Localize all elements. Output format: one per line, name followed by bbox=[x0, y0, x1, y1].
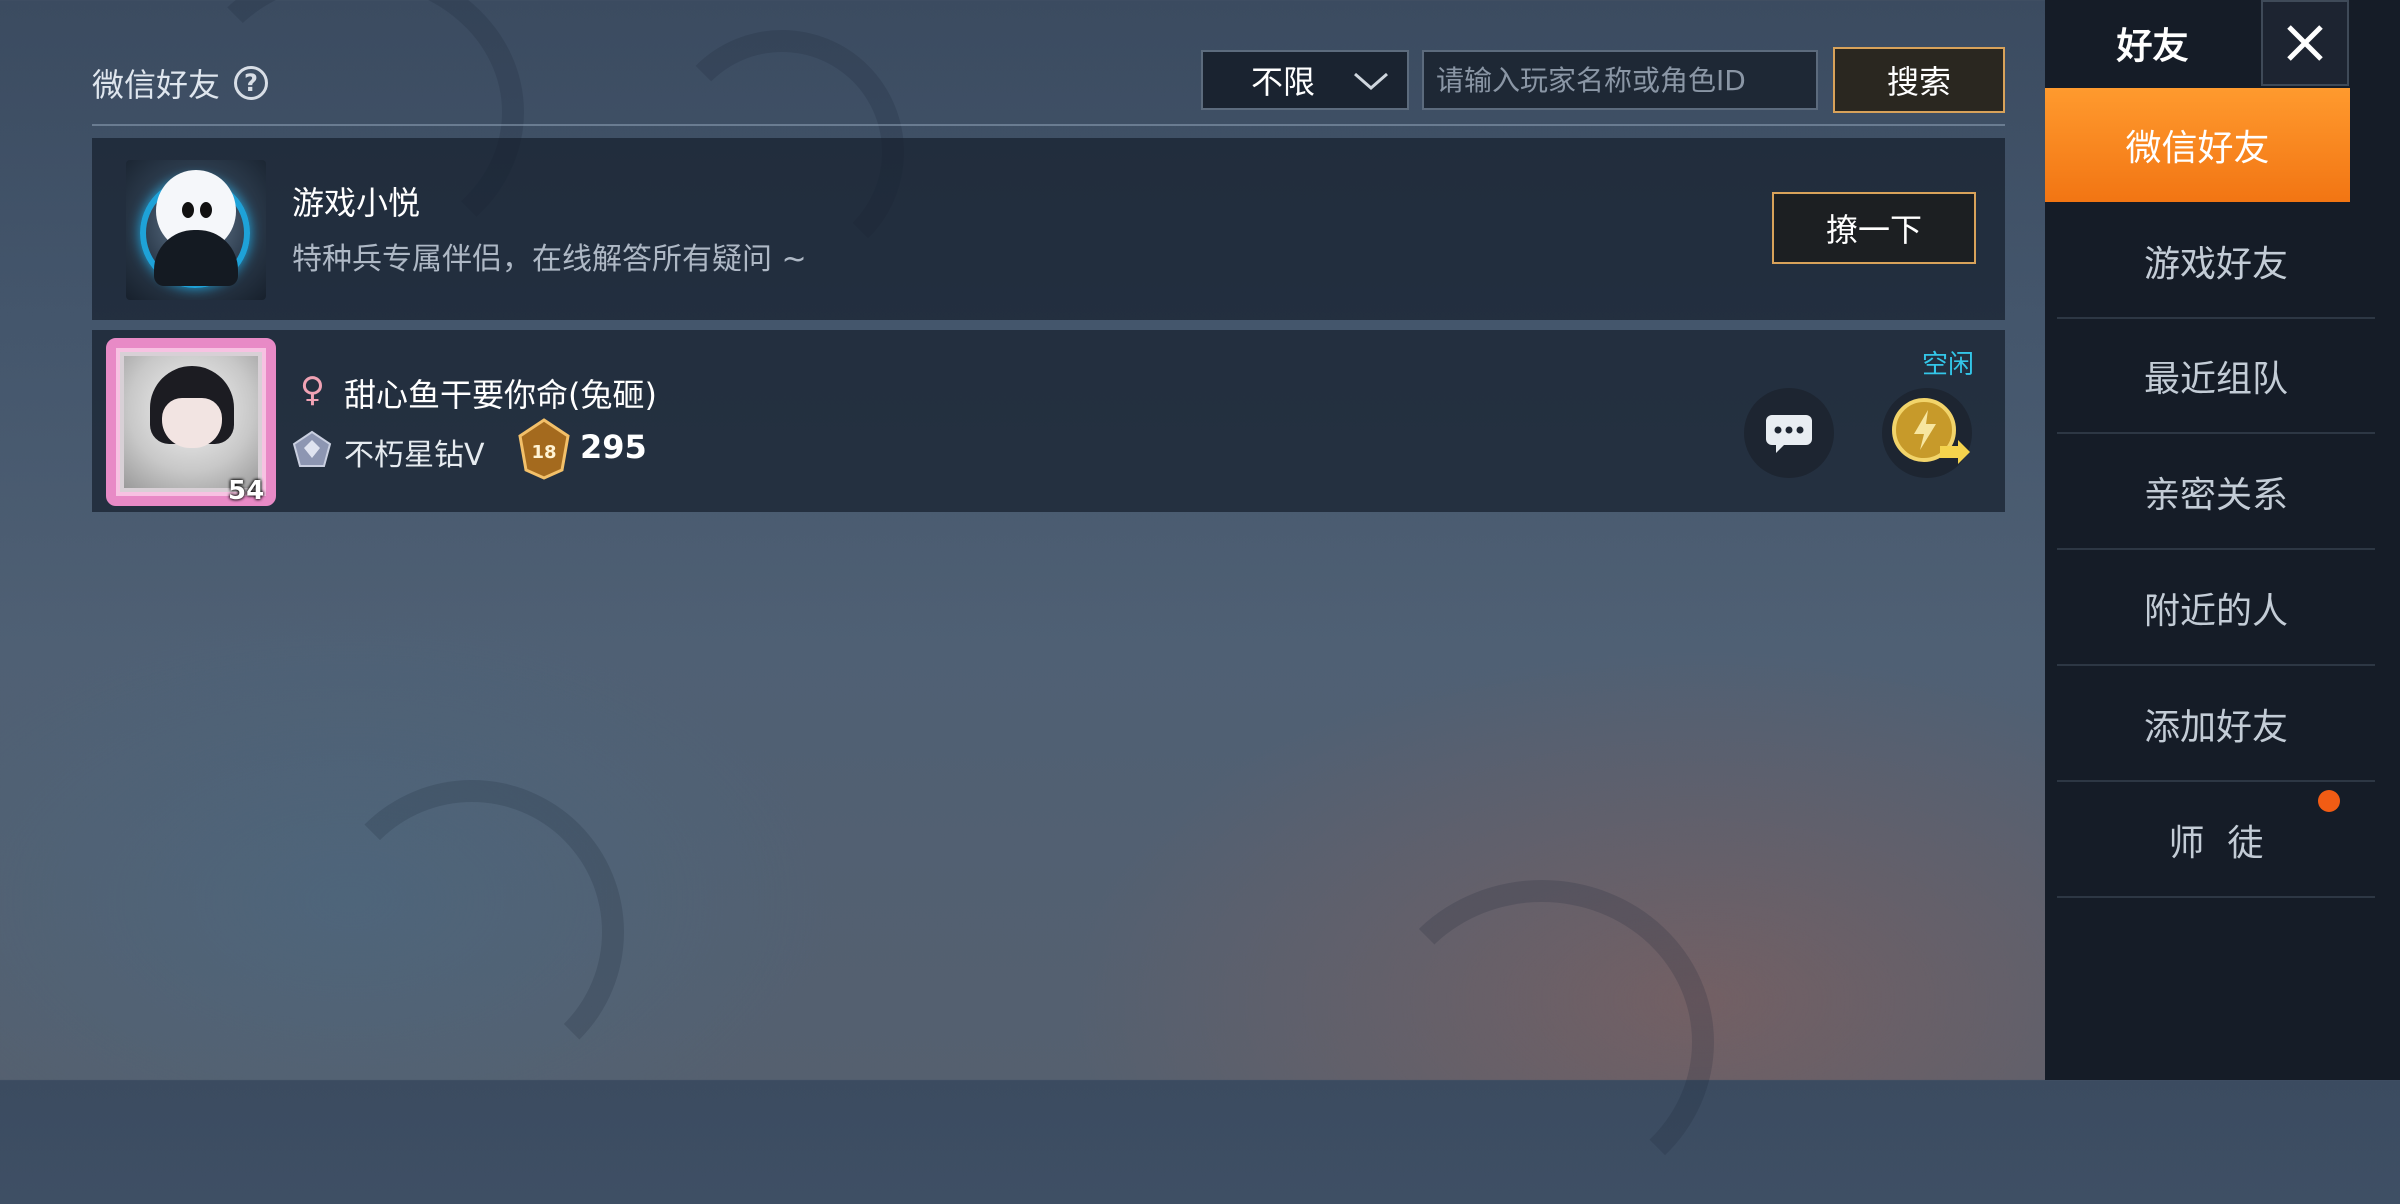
rank-icon bbox=[292, 430, 332, 467]
header-divider bbox=[92, 124, 2005, 126]
assistant-card: 游戏小悦 特种兵专属伴侣，在线解答所有疑问 ~ 撩一下 bbox=[92, 138, 2005, 320]
friend-name: 甜心鱼干要你命(兔砸) bbox=[344, 376, 657, 414]
friend-rank: 不朽星钻Ⅴ bbox=[344, 438, 485, 473]
sidebar-item-recent-team[interactable]: 最近组队 bbox=[2057, 320, 2375, 434]
assistant-description: 特种兵专属伴侣，在线解答所有疑问 ~ bbox=[292, 242, 807, 277]
status-badge: 空闲 bbox=[1922, 350, 1975, 380]
sidebar-item-add-friend[interactable]: 添加好友 bbox=[2057, 668, 2375, 782]
friend-level: 54 bbox=[228, 476, 265, 506]
search-button[interactable]: 搜索 bbox=[1833, 47, 2005, 113]
tier-level: 18 bbox=[531, 442, 556, 463]
sidebar-item-intimate[interactable]: 亲密关系 bbox=[2057, 436, 2375, 550]
filter-value: 不限 bbox=[1250, 63, 1315, 101]
close-icon bbox=[2287, 25, 2323, 61]
sidebar-item-game-friends[interactable]: 游戏好友 bbox=[2057, 205, 2375, 319]
main-panel: 微信好友 ? 不限 搜索 游戏小悦 特种兵专属伴侣，在线解答所有疑问 ~ 撩一下 bbox=[0, 0, 2045, 1080]
sidebar-title: 好友 bbox=[2116, 26, 2189, 67]
help-icon[interactable]: ? bbox=[234, 66, 269, 100]
assistant-name: 游戏小悦 bbox=[292, 184, 421, 222]
female-icon: ♀ bbox=[300, 370, 325, 410]
friend-row[interactable]: 54 ♀ 甜心鱼干要你命(兔砸) 不朽星钻Ⅴ 18 295 空闲 bbox=[92, 330, 2005, 512]
sidebar-item-wechat-friends[interactable]: 微信好友 bbox=[2045, 88, 2350, 202]
filter-dropdown[interactable]: 不限 bbox=[1201, 50, 1409, 110]
chat-button[interactable] bbox=[1744, 388, 1834, 478]
close-button[interactable] bbox=[2261, 0, 2349, 86]
chat-icon bbox=[1766, 415, 1812, 453]
invite-icon bbox=[1892, 398, 1970, 464]
friend-score: 295 bbox=[580, 428, 647, 466]
poke-button[interactable]: 撩一下 bbox=[1772, 192, 1976, 264]
invite-button[interactable] bbox=[1882, 388, 1972, 478]
chevron-down-icon bbox=[1354, 72, 1388, 90]
sidebar-item-nearby[interactable]: 附近的人 bbox=[2057, 552, 2375, 666]
search-input[interactable] bbox=[1422, 50, 1818, 110]
friend-avatar[interactable]: 54 bbox=[106, 338, 276, 506]
notification-dot bbox=[2318, 790, 2340, 812]
tier-icon: 18 bbox=[518, 418, 570, 480]
page-title: 微信好友 ? bbox=[92, 60, 269, 106]
page-title-text: 微信好友 bbox=[92, 66, 221, 104]
assistant-avatar bbox=[126, 160, 266, 300]
